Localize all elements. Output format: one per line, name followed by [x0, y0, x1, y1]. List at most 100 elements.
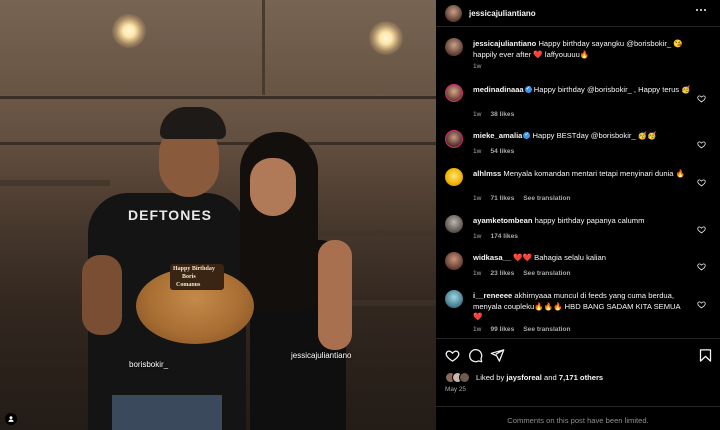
caption-meta: 1w [473, 63, 481, 70]
commenter-avatar[interactable] [445, 168, 463, 186]
comment-time[interactable]: 1w [473, 270, 481, 277]
comments-limited-notice: Comments on this post have been limited. [436, 406, 720, 425]
verified-badge-icon [523, 130, 531, 141]
comment-likes[interactable]: 23 likes [490, 270, 514, 277]
share-paper-plane-icon[interactable] [490, 348, 505, 363]
shirt-print: DEFTONES [128, 207, 212, 223]
comment-item: medinadinaaa Happy birthday @borisbokir_… [445, 84, 710, 118]
commenter-avatar[interactable] [445, 215, 463, 233]
comment-bubble-icon[interactable] [468, 348, 483, 363]
see-translation-link[interactable]: See translation [523, 326, 570, 333]
cake-text: Happy Birthday [173, 266, 215, 272]
ceiling-light [112, 14, 146, 48]
comment-like-heart-icon[interactable] [697, 221, 706, 234]
comment-body: mieke_amalia Happy BESTday @borisbokir_ … [473, 130, 691, 142]
comment-item: i__reneeee akhirnyaaa muncul di feeds ya… [445, 290, 710, 336]
person-right [236, 130, 376, 430]
ceiling [0, 0, 436, 95]
person-icon [8, 416, 14, 422]
commenter-avatar[interactable] [445, 130, 463, 148]
likes-text[interactable]: Liked by jaysforeal and 7,171 others [476, 373, 603, 382]
railing [0, 96, 436, 99]
comment-likes[interactable]: 54 likes [490, 148, 514, 155]
comment-text: Happy birthday @borisbokir_ , Happy teru… [533, 85, 691, 94]
post-actions [445, 348, 713, 364]
comment-username[interactable]: mieke_amalia [473, 131, 522, 140]
comment-like-heart-icon[interactable] [697, 90, 706, 103]
comment-username[interactable]: i__reneeee [473, 291, 512, 300]
comment-meta: 1w 174 likes [473, 233, 518, 240]
post-date[interactable]: May 25 [445, 386, 466, 393]
comment-time[interactable]: 1w [473, 326, 481, 333]
comment-meta: 1w 71 likes See translation [473, 195, 571, 202]
likes-user[interactable]: jaysforeal [506, 373, 541, 382]
comment-username[interactable]: ayamketombean [473, 216, 533, 225]
commenter-avatar[interactable] [445, 252, 463, 270]
user-tag-borisbokir[interactable]: borisbokir_ [129, 360, 168, 369]
comment-likes[interactable]: 38 likes [490, 111, 514, 118]
comment-time[interactable]: 1w [473, 111, 481, 118]
comment-likes[interactable]: 174 likes [490, 233, 518, 240]
comment-meta: 1w 54 likes [473, 148, 514, 155]
ceiling-beam [262, 0, 265, 95]
comment-text: happy birthday papanya calumm [534, 216, 645, 225]
comment-text: ❤️❤️ Bahagia selalu kalian [513, 253, 606, 262]
ceiling-light [369, 21, 403, 55]
author-username[interactable]: jessicajuliantiano [469, 9, 536, 18]
tagged-users-button[interactable] [5, 413, 17, 425]
comment-body: ayamketombean happy birthday papanya cal… [473, 216, 691, 227]
comment-body: medinadinaaa Happy birthday @borisbokir_… [473, 84, 691, 96]
comment-username[interactable]: widkasa__ [473, 253, 511, 262]
comment-item: mieke_amalia Happy BESTday @borisbokir_ … [445, 130, 710, 160]
comment-username[interactable]: medinadinaaa [473, 85, 524, 94]
like-heart-icon[interactable] [445, 348, 460, 363]
likes-summary: Liked by jaysforeal and 7,171 others [445, 372, 603, 383]
cake-text: Comanus [176, 282, 201, 288]
commenter-avatar[interactable] [445, 290, 463, 308]
comment-item: ayamketombean happy birthday papanya cal… [445, 215, 710, 243]
liker-avatars[interactable] [445, 372, 470, 383]
comment-body: widkasa__ ❤️❤️ Bahagia selalu kalian [473, 253, 691, 264]
likes-and: and [544, 373, 557, 382]
comment-like-heart-icon[interactable] [697, 296, 706, 309]
cake-text: Boris [182, 274, 196, 280]
comment-like-heart-icon[interactable] [697, 174, 706, 187]
comment-body: alhlmss Menyala komandan mentari tetapi … [473, 169, 691, 180]
more-options-icon[interactable] [696, 9, 706, 11]
comment-meta: 1w 23 likes See translation [473, 270, 571, 277]
comment-body: i__reneeee akhirnyaaa muncul di feeds ya… [473, 291, 691, 323]
comment-text: Happy BESTday @borisbokir_ 🥳🥳 [532, 131, 657, 140]
actions-divider [436, 338, 720, 339]
comment-text: Menyala komandan mentari tetapi menyinar… [503, 169, 686, 178]
comment-meta: 1w 99 likes See translation [473, 326, 571, 333]
post-photo[interactable]: DEFTONES Happy Birthday Boris Comanus bo… [0, 0, 436, 430]
comment-likes[interactable]: 71 likes [490, 195, 514, 202]
comment-likes[interactable]: 99 likes [490, 326, 514, 333]
comment-time[interactable]: 1w [473, 233, 481, 240]
caption-time[interactable]: 1w [473, 63, 481, 70]
likes-prefix: Liked by [476, 373, 505, 382]
comment-item: alhlmss Menyala komandan mentari tetapi … [445, 168, 710, 204]
author-avatar[interactable] [445, 4, 462, 22]
comment-item: widkasa__ ❤️❤️ Bahagia selalu kalian 1w … [445, 252, 710, 280]
comment-meta: 1w 38 likes [473, 111, 514, 118]
caption-username[interactable]: jessicajuliantiano [473, 39, 536, 48]
see-translation-link[interactable]: See translation [523, 270, 570, 277]
commenter-avatar[interactable] [445, 84, 463, 102]
caption: jessicajuliantiano Happy birthday sayang… [445, 38, 710, 70]
caption-avatar[interactable] [445, 38, 463, 56]
comment-like-heart-icon[interactable] [697, 258, 706, 271]
comment-time[interactable]: 1w [473, 148, 481, 155]
verified-badge-icon [524, 84, 532, 95]
see-translation-link[interactable]: See translation [523, 195, 570, 202]
likes-count[interactable]: 7,171 others [559, 373, 603, 382]
user-tag-jessicajuliantiano[interactable]: jessicajuliantiano [291, 351, 351, 360]
comment-time[interactable]: 1w [473, 195, 481, 202]
caption-body: jessicajuliantiano Happy birthday sayang… [473, 39, 691, 60]
comment-like-heart-icon[interactable] [697, 136, 706, 149]
person-left [82, 105, 252, 430]
post-header: jessicajuliantiano [436, 0, 720, 27]
post-details-panel: jessicajuliantiano jessicajuliantiano Ha… [436, 0, 720, 430]
comment-username[interactable]: alhlmss [473, 169, 501, 178]
save-bookmark-icon[interactable] [698, 348, 713, 363]
